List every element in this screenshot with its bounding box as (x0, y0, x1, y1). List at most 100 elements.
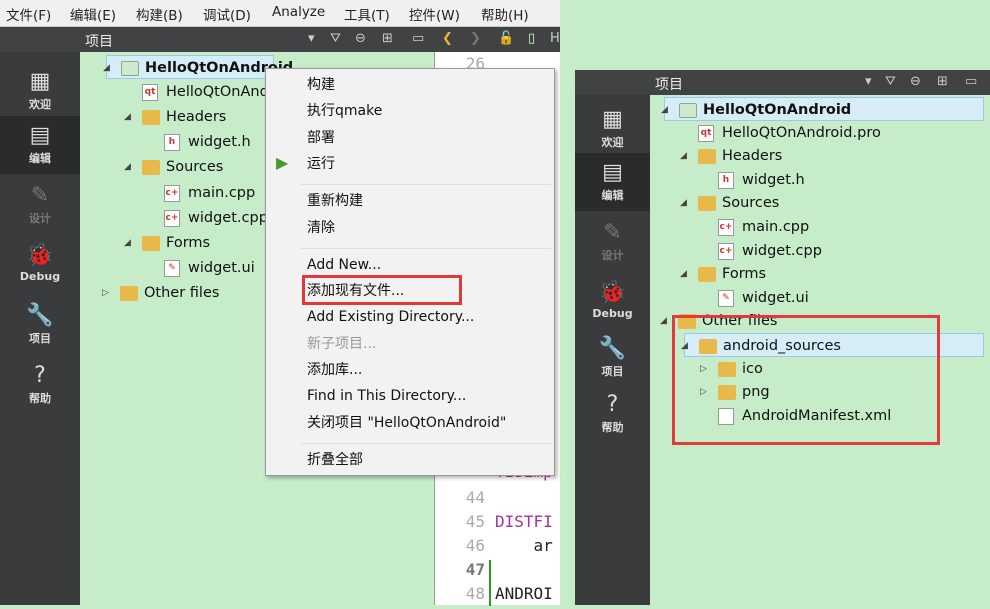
sidebar-item-3[interactable]: 🐞 Debug (575, 273, 650, 331)
collapse-arrow-icon[interactable]: ◢ (103, 56, 110, 80)
tree-item[interactable]: c+ widget.cpp (704, 239, 984, 263)
context-menu-item[interactable]: 添加库... (307, 360, 362, 380)
h-icon: h (164, 134, 180, 152)
line-number: 48 (465, 584, 485, 603)
tree-item[interactable]: ◢ Headers (680, 144, 984, 168)
project-icon (121, 61, 139, 76)
folder-cpp-icon (142, 160, 160, 176)
tree-item[interactable]: ✎ widget.ui (150, 256, 274, 280)
context-menu-item[interactable]: 构建 (307, 75, 335, 95)
sidebar-item-label: 项目 (601, 365, 624, 378)
sidebar-top (0, 27, 80, 52)
tree-item-label: widget.ui (188, 259, 255, 276)
folder-h-icon (698, 149, 716, 165)
tree-item[interactable]: ◢ Sources (680, 191, 984, 215)
filter-icon[interactable]: ⛛ (885, 74, 896, 89)
context-menu-item[interactable]: Add Existing Directory... (307, 307, 474, 327)
menu-2[interactable]: 构建(B) (136, 4, 183, 24)
collapse-arrow-icon[interactable]: ◢ (661, 98, 668, 122)
tree-item[interactable]: ◢ Forms (680, 262, 984, 286)
file-icon: ▯ (528, 31, 536, 46)
collapse-arrow-icon[interactable]: ◢ (680, 144, 687, 168)
tree-item[interactable]: qt HelloQtOnAndroid.pro (128, 80, 325, 104)
link-icon[interactable]: ⊖ (355, 31, 366, 46)
dropdown-icon[interactable]: ▾ (865, 74, 872, 89)
tree-item[interactable]: h widget.h (704, 168, 984, 192)
dropdown-icon[interactable]: ▾ (308, 31, 315, 46)
context-menu-item[interactable]: Add New... (307, 255, 381, 275)
tree-item[interactable]: h widget.h (150, 130, 274, 154)
line-number: 46 (465, 536, 485, 555)
sidebar-item-5[interactable]: ? 帮助 (575, 385, 650, 443)
forward-icon[interactable]: ❯ (470, 31, 481, 46)
line-number: 44 (465, 488, 485, 507)
panel-title: 项目 (655, 77, 683, 93)
sidebar-item-0[interactable]: ▦ 欢迎 (575, 100, 650, 158)
collapse-arrow-icon[interactable]: ◢ (680, 191, 687, 215)
tree-item[interactable]: c+ widget.cpp (150, 206, 274, 230)
tree-item[interactable]: ▷ Other files (102, 281, 274, 305)
close-panel-icon[interactable]: ▭ (965, 74, 977, 89)
tree-item[interactable]: ◢ Headers (124, 105, 274, 129)
sidebar-item-4[interactable]: 🔧 项目 (0, 296, 80, 354)
tree-item[interactable]: qt HelloQtOnAndroid.pro (684, 121, 984, 145)
tree-item-label: widget.h (742, 171, 805, 188)
ui-icon: ✎ (164, 259, 180, 277)
context-menu-item[interactable]: 部署 (307, 128, 335, 148)
context-menu-item[interactable]: 执行qmake (307, 101, 382, 121)
sidebar-item-2[interactable]: ✎ 设计 (0, 176, 80, 234)
sidebar-item-1[interactable]: ▤ 编辑 (575, 153, 650, 211)
sidebar-item-0[interactable]: ▦ 欢迎 (0, 62, 80, 120)
menu-0[interactable]: 文件(F) (6, 4, 51, 24)
menu-7[interactable]: 帮助(H) (481, 4, 529, 24)
sidebar-item-1[interactable]: ▤ 编辑 (0, 116, 80, 174)
bug-icon: 🐞 (26, 243, 54, 268)
tree-item[interactable]: ◢ Forms (124, 231, 274, 255)
context-menu-item[interactable]: 重新构建 (307, 191, 363, 211)
menu-1[interactable]: 编辑(E) (70, 4, 116, 24)
highlight-box (672, 315, 940, 445)
sidebar-item-label: 欢迎 (29, 98, 51, 111)
tree-item[interactable]: c+ main.cpp (150, 181, 274, 205)
sidebar-item-2[interactable]: ✎ 设计 (575, 213, 650, 271)
collapse-arrow-icon[interactable]: ◢ (124, 155, 131, 179)
tree-item-label: Sources (166, 159, 224, 176)
ui-icon: ✎ (718, 289, 734, 307)
context-menu-item[interactable]: 运行 (307, 154, 335, 174)
sidebar-item-5[interactable]: ? 帮助 (0, 356, 80, 414)
split-icon[interactable]: ⊞ (937, 74, 948, 89)
code-line: ANDROI (495, 584, 553, 603)
context-menu-item[interactable]: 新子项目... (307, 334, 376, 354)
collapse-arrow-icon[interactable]: ◢ (124, 231, 131, 255)
sidebar-item-label: Debug (19, 270, 61, 283)
editor-tab-title[interactable]: H (550, 31, 560, 46)
menu-5[interactable]: 工具(T) (344, 4, 390, 24)
tree-item[interactable]: ✎ widget.ui (704, 286, 984, 310)
sidebar-item-3[interactable]: 🐞 Debug (0, 236, 80, 294)
project-panel-toolbar-right: 项目 ▾ ⛛ ⊖ ⊞ ▭ (575, 70, 990, 95)
tree-item[interactable]: ◢ HelloQtOnAndroid (661, 97, 984, 122)
back-icon[interactable]: ❮ (442, 31, 453, 46)
tree-item[interactable]: ◢ Sources (124, 155, 274, 179)
grid-icon: ▦ (29, 69, 51, 94)
menubar: 文件(F) 编辑(E) 构建(B) 调试(D) Analyze 工具(T) 控件(W) 帮助(… (0, 0, 560, 27)
menu-3[interactable]: 调试(D) (203, 4, 251, 24)
help-icon: ? (34, 363, 46, 388)
expand-arrow-icon[interactable]: ▷ (102, 281, 109, 305)
collapse-arrow-icon[interactable]: ◢ (660, 309, 667, 333)
menu-4[interactable]: Analyze (272, 4, 325, 20)
tree-item[interactable]: c+ main.cpp (704, 215, 984, 239)
collapse-arrow-icon[interactable]: ◢ (680, 262, 687, 286)
tree-item[interactable]: ◢ HelloQtOnAndroid (103, 55, 293, 80)
context-menu-item[interactable]: Find in This Directory... (307, 386, 466, 406)
menu-6[interactable]: 控件(W) (409, 4, 460, 24)
context-menu-item[interactable]: 折叠全部 (307, 450, 363, 470)
collapse-arrow-icon[interactable]: ◢ (124, 105, 131, 129)
filter-icon[interactable]: ⛛ (330, 31, 341, 46)
close-panel-icon[interactable]: ▭ (412, 31, 424, 46)
split-icon[interactable]: ⊞ (382, 31, 393, 46)
context-menu-item[interactable]: 清除 (307, 218, 335, 238)
link-icon[interactable]: ⊖ (910, 74, 921, 89)
sidebar-item-4[interactable]: 🔧 项目 (575, 329, 650, 387)
context-menu-item[interactable]: 关闭项目 "HelloQtOnAndroid" (307, 413, 506, 433)
